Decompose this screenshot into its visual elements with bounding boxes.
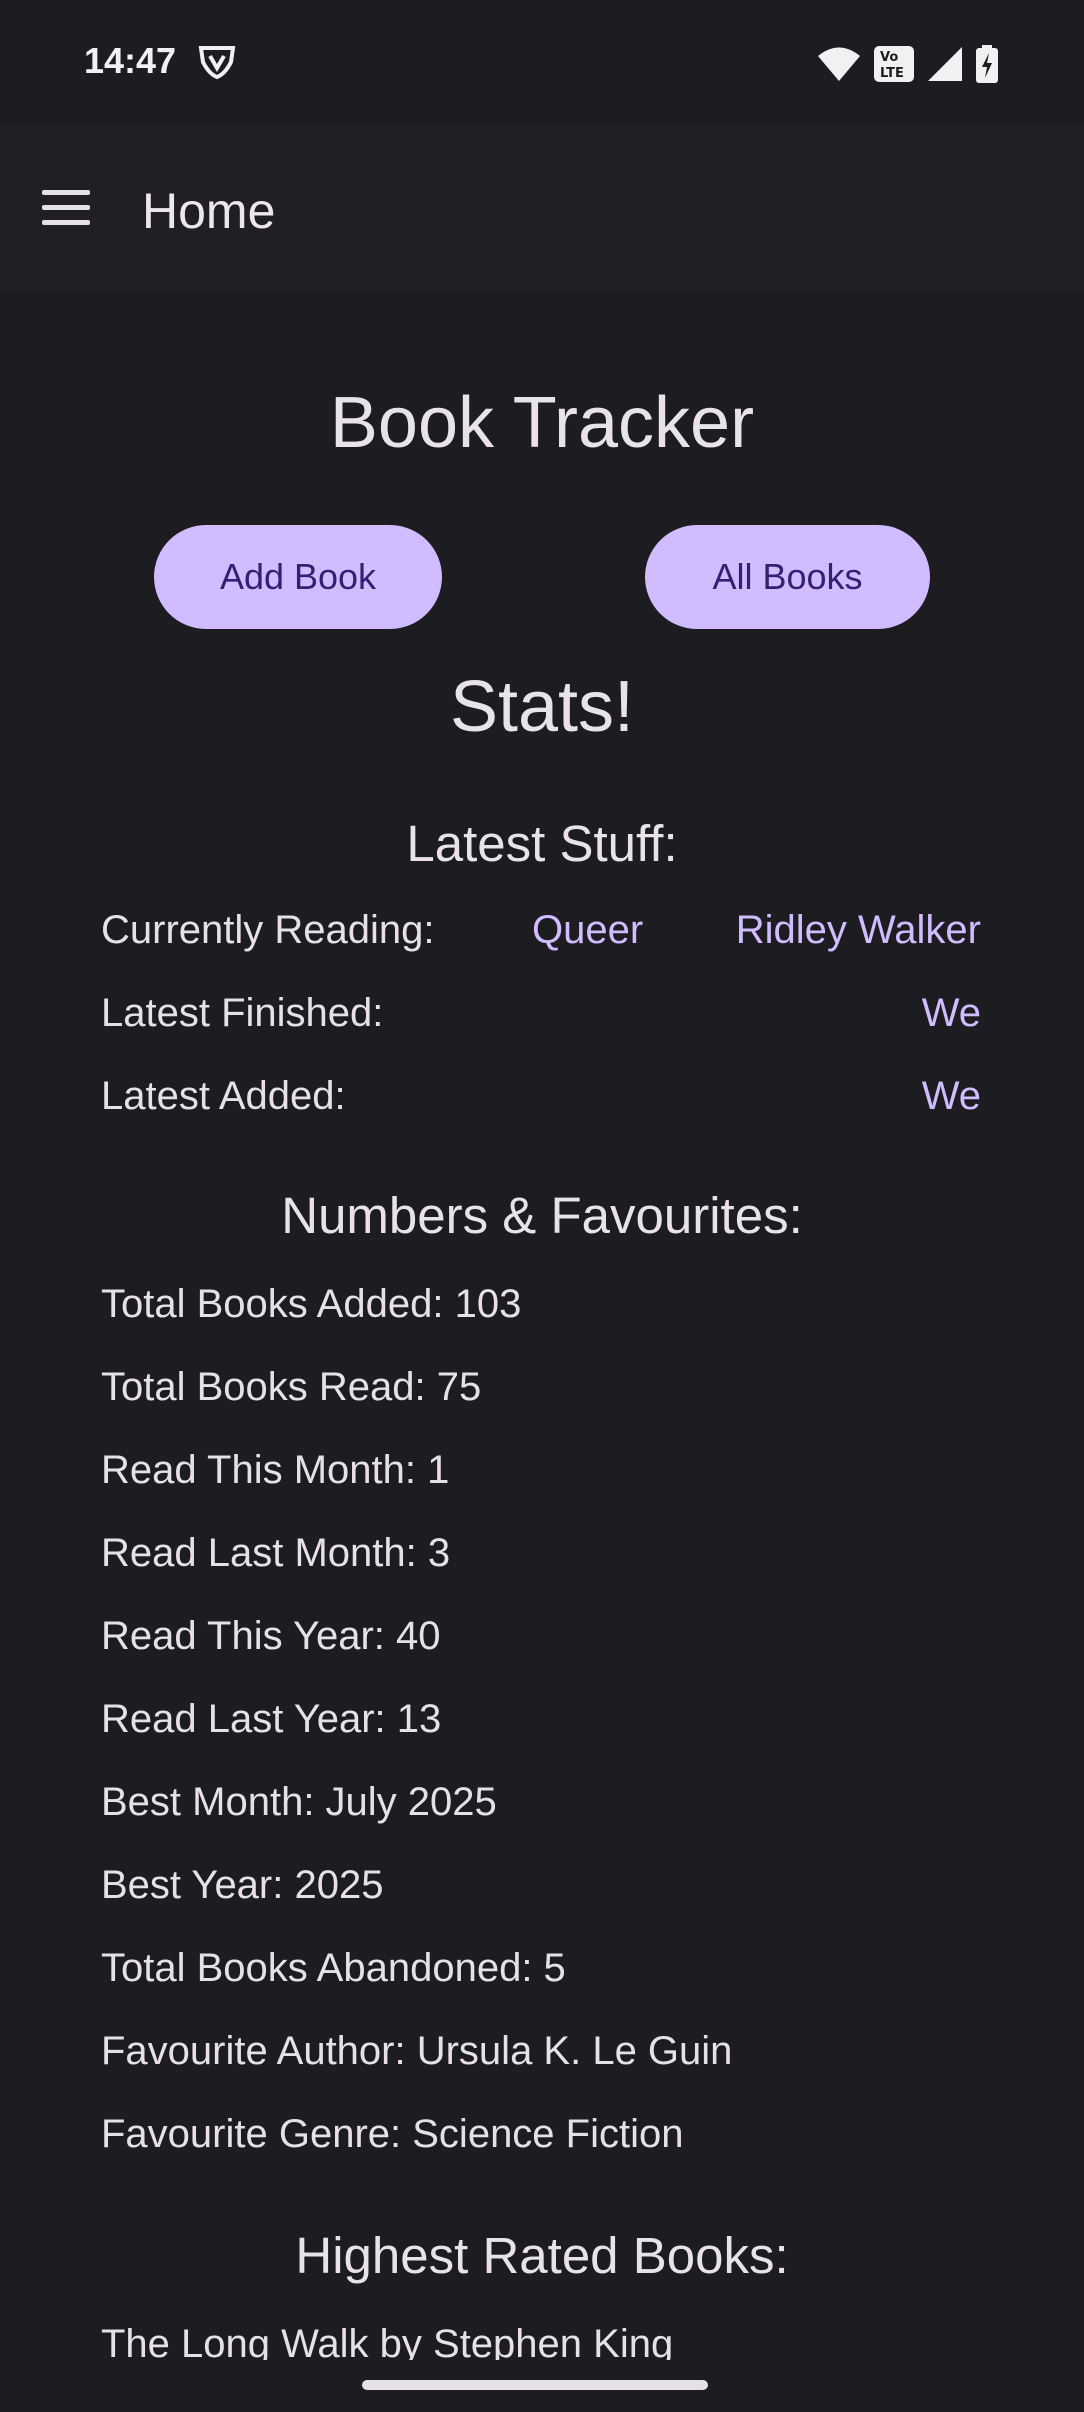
latest-finished-label: Latest Finished: — [101, 991, 384, 1035]
latest-finished-row: Latest Finished: We — [101, 991, 981, 1036]
stat-line: Total Books Abandoned: 5 — [101, 1946, 566, 1990]
stat-line: Total Books Read: 75 — [101, 1365, 482, 1409]
latest-added-book-link[interactable]: We — [922, 1074, 981, 1119]
status-time: 14:47 — [84, 40, 177, 81]
stat-line: Read This Year: 40 — [101, 1614, 441, 1658]
stat-line: Best Year: 2025 — [101, 1863, 384, 1907]
numbers-favourites-heading: Numbers & Favourites: — [281, 1187, 803, 1244]
stat-line: Read This Month: 1 — [101, 1448, 450, 1492]
signal-icon — [928, 47, 962, 81]
stat-line: Read Last Year: 13 — [101, 1697, 442, 1741]
all-books-button[interactable]: All Books — [645, 525, 930, 629]
latest-stuff-heading: Latest Stuff: — [406, 815, 678, 872]
top-app-bar: Home — [0, 124, 1084, 292]
stat-line: Read Last Month: 3 — [101, 1531, 451, 1575]
battery-charging-icon — [976, 45, 998, 83]
wifi-icon — [818, 47, 860, 81]
page-title: Book Tracker — [329, 383, 755, 463]
currently-reading-book-link[interactable]: Ridley Walker — [736, 908, 981, 953]
status-icons: Vo LTE — [818, 44, 998, 84]
vpn-shield-icon — [198, 46, 236, 80]
add-book-button[interactable]: Add Book — [154, 525, 442, 629]
app-bar-title: Home — [142, 183, 276, 239]
latest-added-row: Latest Added: We — [101, 1074, 981, 1119]
svg-text:LTE: LTE — [880, 66, 904, 81]
status-bar: 14:47 Vo LTE — [0, 0, 1084, 124]
latest-finished-book-link[interactable]: We — [922, 991, 981, 1036]
stat-line: Best Month: July 2025 — [101, 1780, 497, 1824]
stat-line: Total Books Added: 103 — [101, 1282, 522, 1326]
latest-added-label: Latest Added: — [101, 1074, 346, 1118]
volte-icon: Vo LTE — [874, 46, 914, 82]
svg-text:Vo: Vo — [880, 50, 898, 65]
highest-rated-heading: Highest Rated Books: — [295, 2227, 789, 2284]
stat-line: Favourite Genre: Science Fiction — [101, 2112, 684, 2156]
home-indicator[interactable] — [362, 2380, 708, 2390]
currently-reading-row: Currently Reading: Queer Ridley Walker — [101, 908, 981, 953]
hamburger-menu-icon[interactable] — [34, 184, 98, 232]
currently-reading-book-link[interactable]: Queer — [532, 908, 643, 953]
stat-line: Favourite Author: Ursula K. Le Guin — [101, 2029, 733, 2073]
currently-reading-label: Currently Reading: — [101, 908, 435, 952]
stats-title: Stats! — [449, 667, 635, 747]
screen: 14:47 Vo LTE Home Book Tracker Add Book … — [0, 0, 1084, 2412]
